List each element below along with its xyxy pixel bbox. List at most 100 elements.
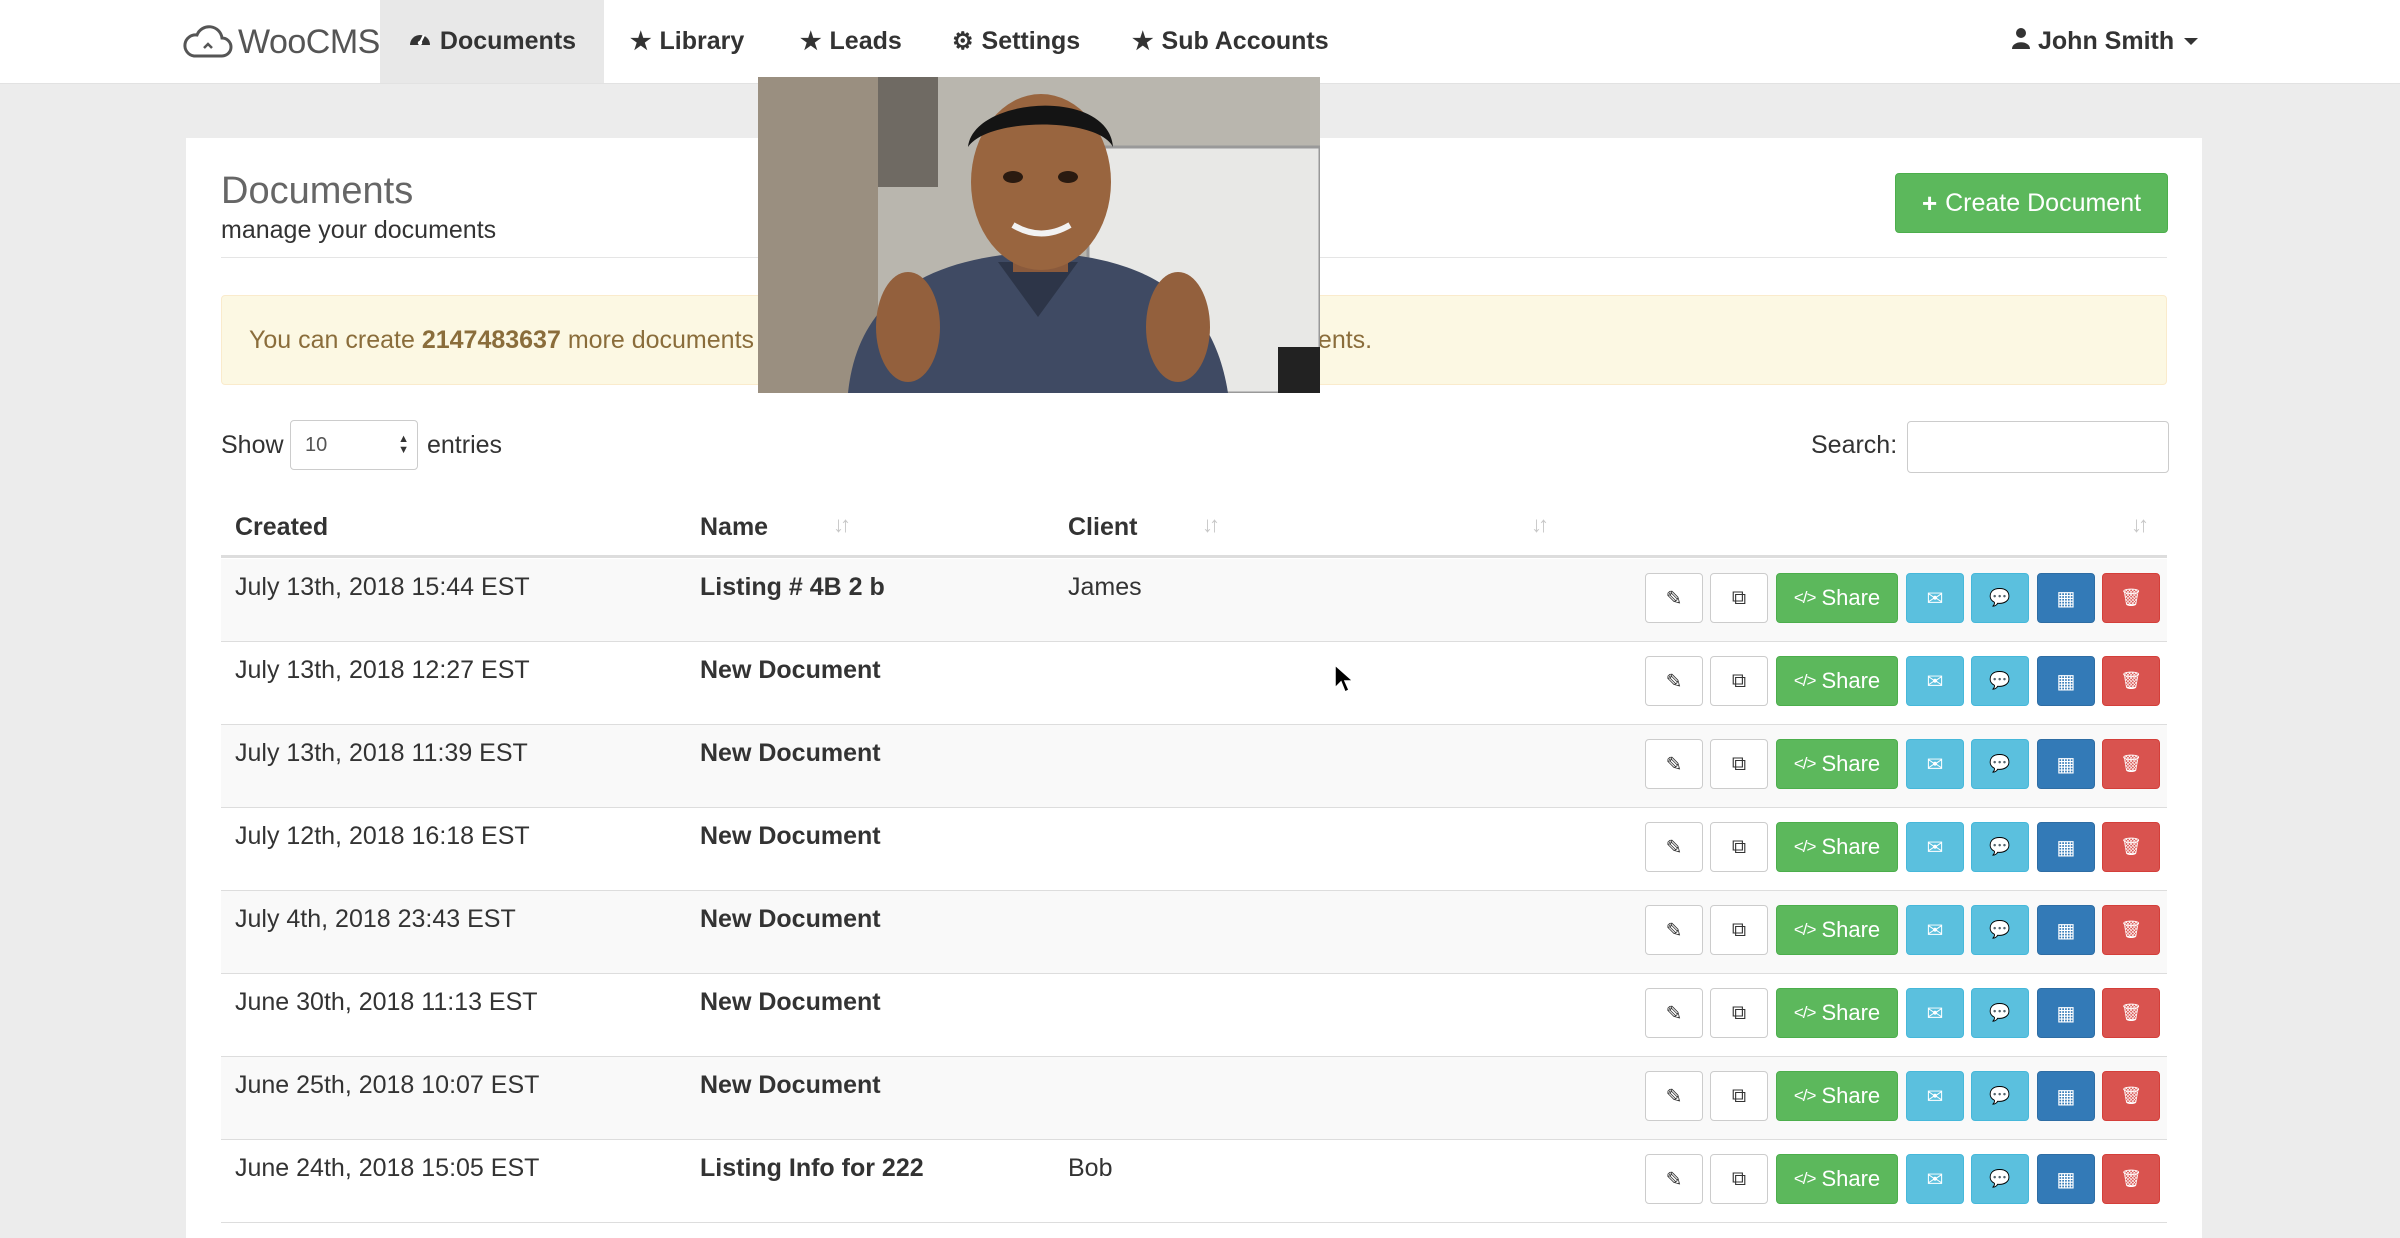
pencil-icon: ✎ bbox=[1665, 1168, 1683, 1191]
copy-button[interactable]: ⧉ bbox=[1710, 905, 1768, 955]
edit-button[interactable]: ✎ bbox=[1645, 1154, 1703, 1204]
grid-button[interactable]: ▦ bbox=[2037, 656, 2095, 706]
nav-settings[interactable]: ⚙ Settings bbox=[952, 0, 1080, 83]
grid-button[interactable]: ▦ bbox=[2037, 905, 2095, 955]
delete-button[interactable]: 🗑 bbox=[2102, 905, 2160, 955]
table-header: Created ↓↑ Name ↓↑ Client ↓↑ ↓↑ bbox=[221, 500, 2167, 558]
edit-button[interactable]: ✎ bbox=[1645, 1071, 1703, 1121]
copy-button[interactable]: ⧉ bbox=[1710, 988, 1768, 1038]
edit-button[interactable]: ✎ bbox=[1645, 905, 1703, 955]
email-button[interactable]: ✉ bbox=[1906, 1071, 1964, 1121]
alert-middle: more documents bbox=[560, 325, 755, 354]
edit-button[interactable]: ✎ bbox=[1645, 822, 1703, 872]
copy-button[interactable]: ⧉ bbox=[1710, 656, 1768, 706]
cell-name: New Document bbox=[700, 1071, 881, 1099]
table-row: June 25th, 2018 10:07 EST New Document ✎ ⧉ <… bbox=[221, 1057, 2167, 1140]
email-button[interactable]: ✉ bbox=[1906, 573, 1964, 623]
share-label: Share bbox=[1821, 917, 1881, 942]
comment-button[interactable]: 💬 bbox=[1971, 1071, 2029, 1121]
nav-leads[interactable]: ★ Leads bbox=[800, 0, 902, 83]
copy-button[interactable]: ⧉ bbox=[1710, 1154, 1768, 1204]
column-name[interactable]: Name bbox=[700, 500, 768, 555]
edit-button[interactable]: ✎ bbox=[1645, 988, 1703, 1038]
page-size-select[interactable]: 10 ▲ ▼ bbox=[290, 420, 418, 470]
sort-icon[interactable]: ↓↑ bbox=[1531, 512, 1549, 538]
edit-button[interactable]: ✎ bbox=[1645, 739, 1703, 789]
comment-button[interactable]: 💬 bbox=[1971, 905, 2029, 955]
grid-button[interactable]: ▦ bbox=[2037, 1154, 2095, 1204]
sort-icon[interactable]: ↓↑ bbox=[833, 512, 851, 538]
column-client[interactable]: Client bbox=[1068, 500, 1137, 555]
delete-button[interactable]: 🗑 bbox=[2102, 1071, 2160, 1121]
email-button[interactable]: ✉ bbox=[1906, 739, 1964, 789]
share-button[interactable]: </> Share bbox=[1776, 822, 1898, 872]
envelope-icon: ✉ bbox=[1926, 1085, 1944, 1108]
edit-button[interactable]: ✎ bbox=[1645, 573, 1703, 623]
share-button[interactable]: </> Share bbox=[1776, 656, 1898, 706]
nav-sub-accounts[interactable]: ★ Sub Accounts bbox=[1132, 0, 1329, 83]
trash-icon: 🗑 bbox=[2120, 920, 2142, 939]
cell-created: July 4th, 2018 23:43 EST bbox=[235, 905, 516, 933]
brand-logo[interactable]: WooCMS bbox=[180, 22, 380, 62]
envelope-icon: ✉ bbox=[1926, 1168, 1944, 1191]
delete-button[interactable]: 🗑 bbox=[2102, 573, 2160, 623]
table-row: July 4th, 2018 23:43 EST New Document ✎ ⧉ </… bbox=[221, 891, 2167, 974]
share-button[interactable]: </> Share bbox=[1776, 573, 1898, 623]
code-icon: </> bbox=[1793, 671, 1817, 690]
grid-button[interactable]: ▦ bbox=[2037, 1071, 2095, 1121]
delete-button[interactable]: 🗑 bbox=[2102, 988, 2160, 1038]
share-label: Share bbox=[1821, 751, 1881, 776]
column-created[interactable]: Created bbox=[235, 500, 328, 555]
comment-icon: 💬 bbox=[1989, 588, 2011, 607]
create-document-button[interactable]: + Create Document bbox=[1895, 173, 2168, 233]
comment-button[interactable]: 💬 bbox=[1971, 573, 2029, 623]
share-button[interactable]: </> Share bbox=[1776, 1154, 1898, 1204]
th-grid-icon: ▦ bbox=[2056, 1085, 2076, 1108]
search-input[interactable] bbox=[1907, 421, 2169, 473]
sort-icon[interactable]: ↓↑ bbox=[2131, 512, 2149, 538]
comment-button[interactable]: 💬 bbox=[1971, 1154, 2029, 1204]
grid-button[interactable]: ▦ bbox=[2037, 988, 2095, 1038]
copy-button[interactable]: ⧉ bbox=[1710, 739, 1768, 789]
comment-button[interactable]: 💬 bbox=[1971, 988, 2029, 1038]
share-button[interactable]: </> Share bbox=[1776, 905, 1898, 955]
star-icon: ★ bbox=[800, 28, 822, 55]
nav-documents[interactable]: Documents bbox=[380, 0, 604, 83]
share-button[interactable]: </> Share bbox=[1776, 1071, 1898, 1121]
copy-button[interactable]: ⧉ bbox=[1710, 573, 1768, 623]
edit-button[interactable]: ✎ bbox=[1645, 656, 1703, 706]
envelope-icon: ✉ bbox=[1926, 670, 1944, 693]
sort-icon[interactable]: ↓↑ bbox=[1202, 512, 1220, 538]
grid-button[interactable]: ▦ bbox=[2037, 739, 2095, 789]
email-button[interactable]: ✉ bbox=[1906, 988, 1964, 1038]
chevron-down-icon bbox=[2184, 38, 2199, 45]
cell-name: New Document bbox=[700, 656, 881, 684]
delete-button[interactable]: 🗑 bbox=[2102, 822, 2160, 872]
share-button[interactable]: </> Share bbox=[1776, 988, 1898, 1038]
grid-button[interactable]: ▦ bbox=[2037, 822, 2095, 872]
cell-created: June 30th, 2018 11:13 EST bbox=[235, 988, 538, 1016]
email-button[interactable]: ✉ bbox=[1906, 905, 1964, 955]
grid-button[interactable]: ▦ bbox=[2037, 573, 2095, 623]
delete-button[interactable]: 🗑 bbox=[2102, 1154, 2160, 1204]
mouse-cursor-icon bbox=[1334, 664, 1354, 694]
webcam-image bbox=[758, 77, 1320, 393]
share-button[interactable]: </> Share bbox=[1776, 739, 1898, 789]
comment-button[interactable]: 💬 bbox=[1971, 739, 2029, 789]
comment-icon: 💬 bbox=[1989, 754, 2011, 773]
delete-button[interactable]: 🗑 bbox=[2102, 656, 2160, 706]
copy-button[interactable]: ⧉ bbox=[1710, 822, 1768, 872]
trash-icon: 🗑 bbox=[2120, 1003, 2142, 1022]
nav-library[interactable]: ★ Library bbox=[630, 0, 744, 83]
cell-client: Bob bbox=[1068, 1154, 1113, 1182]
comment-button[interactable]: 💬 bbox=[1971, 822, 2029, 872]
comment-button[interactable]: 💬 bbox=[1971, 656, 2029, 706]
cell-name: Listing Info for 222 bbox=[700, 1154, 924, 1182]
email-button[interactable]: ✉ bbox=[1906, 822, 1964, 872]
email-button[interactable]: ✉ bbox=[1906, 1154, 1964, 1204]
comment-icon: 💬 bbox=[1989, 837, 2011, 856]
delete-button[interactable]: 🗑 bbox=[2102, 739, 2160, 789]
copy-button[interactable]: ⧉ bbox=[1710, 1071, 1768, 1121]
user-menu[interactable]: John Smith bbox=[2012, 0, 2199, 83]
email-button[interactable]: ✉ bbox=[1906, 656, 1964, 706]
